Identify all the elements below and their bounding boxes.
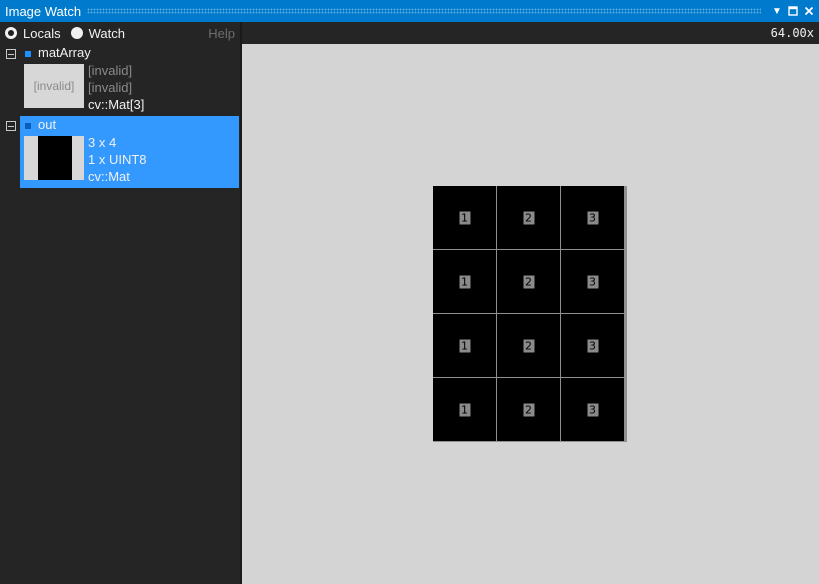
variable-thumbnail[interactable] [24,136,84,180]
window-title: Image Watch [5,3,82,19]
pixel-value: 3 [587,339,598,352]
pixel-cell[interactable]: 1 [433,314,496,377]
variable-marker-icon [25,123,31,129]
pixel-cell[interactable]: 2 [497,186,560,249]
pixel-cell[interactable]: 3 [561,378,624,441]
radio-selected-icon[interactable] [5,27,17,39]
variable-name: matArray [38,45,91,60]
help-link[interactable]: Help [208,26,235,41]
collapse-icon[interactable] [6,121,16,131]
pixel-value: 1 [459,403,470,416]
variable-info: [invalid] [invalid] cv::Mat[3] [88,62,144,113]
image-viewer[interactable]: 64.00x 1 2 3 1 2 3 1 2 3 1 2 3 [242,22,819,584]
pixel-cell[interactable]: 1 [433,250,496,313]
pixel-value: 2 [523,211,534,224]
pixel-cell[interactable]: 1 [433,186,496,249]
drag-grip[interactable] [87,8,761,14]
pixel-value: 3 [587,275,598,288]
locals-radio[interactable]: Locals [5,26,61,41]
pixel-cell[interactable]: 3 [561,186,624,249]
variable-item-out[interactable]: out 3 x 4 1 x UINT8 cv::Mat [0,116,240,188]
pixel-value: 1 [459,339,470,352]
mode-bar: Locals Watch Help [0,22,240,44]
pixel-cell[interactable]: 1 [433,378,496,441]
variable-format: [invalid] [88,80,133,95]
variable-thumbnail[interactable]: [invalid] [24,64,84,108]
variable-marker-icon [25,51,31,57]
window-menu-icon[interactable]: ▼ [769,0,785,22]
close-icon[interactable] [801,0,817,22]
thumbnail-image [38,136,72,180]
zoom-bar: 64.00x [242,22,819,44]
pixel-value: 2 [523,339,534,352]
pixel-value: 2 [523,403,534,416]
pixel-value: 1 [459,275,470,288]
variable-dimensions: 3 x 4 [88,135,117,150]
variable-type: cv::Mat[3] [88,97,145,112]
variable-format: 1 x UINT8 [88,152,147,167]
locals-label: Locals [23,25,61,41]
variables-panel: Locals Watch Help matArray [invalid] [in… [0,22,240,584]
variable-type: cv::Mat [88,169,130,184]
pixel-grid[interactable]: 1 2 3 1 2 3 1 2 3 1 2 3 [433,186,627,442]
radio-unselected-icon[interactable] [70,27,83,39]
title-bar: Image Watch ▼ [0,0,819,22]
pixel-cell[interactable]: 3 [561,250,624,313]
pixel-value: 1 [459,211,470,224]
watch-label: Watch [88,25,125,41]
variable-info: 3 x 4 1 x UINT8 cv::Mat [88,134,147,185]
maximize-icon[interactable] [785,0,801,22]
thumbnail-invalid-text: [invalid] [33,79,75,93]
zoom-level: 64.00x [770,26,814,40]
collapse-icon[interactable] [6,49,16,59]
variable-item-matarray[interactable]: matArray [invalid] [invalid] [invalid] c… [0,44,240,116]
pixel-cell[interactable]: 2 [497,378,560,441]
pixel-value: 3 [587,403,598,416]
pixel-value: 2 [523,275,534,288]
variable-name: out [38,117,57,132]
pixel-cell[interactable]: 2 [497,250,560,313]
watch-radio[interactable]: Watch [70,25,125,41]
pixel-cell[interactable]: 2 [497,314,560,377]
pixel-value: 3 [587,211,598,224]
pixel-cell[interactable]: 3 [561,314,624,377]
variable-dimensions: [invalid] [88,63,133,78]
